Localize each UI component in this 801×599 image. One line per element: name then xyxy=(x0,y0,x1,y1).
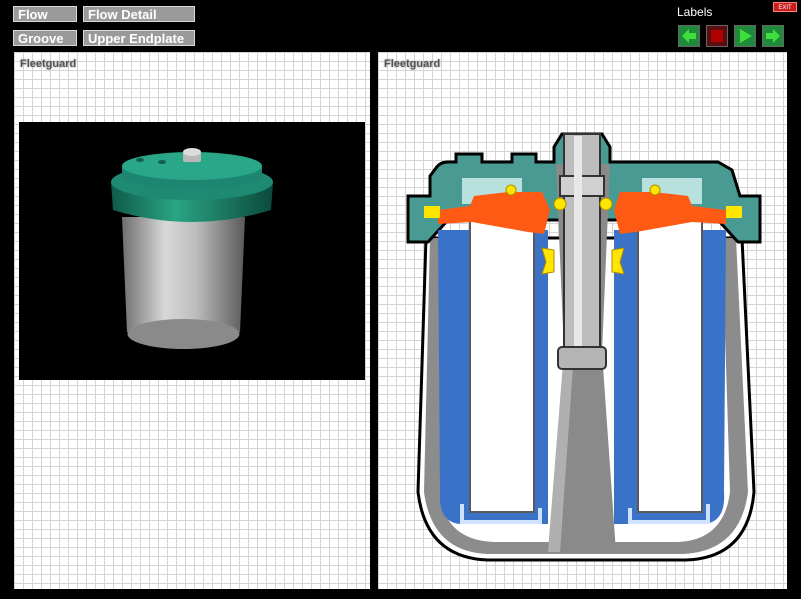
play-icon xyxy=(740,29,752,43)
exit-button[interactable]: EXIT xyxy=(773,2,797,12)
back-button[interactable] xyxy=(678,25,700,47)
stop-icon xyxy=(711,30,723,42)
filter-cutaway-diagram xyxy=(406,132,762,562)
labels-title: Labels xyxy=(677,5,713,19)
o-ring-center-right xyxy=(599,197,613,211)
o-ring-left-upper xyxy=(505,184,517,196)
o-ring-center-left xyxy=(553,197,567,211)
flow-detail-button[interactable]: Flow Detail xyxy=(83,6,195,22)
endplate-tab-right xyxy=(726,206,742,218)
filter-3d-render xyxy=(19,122,365,380)
back-arrow-icon xyxy=(682,29,696,43)
right-panel: Fleetguard xyxy=(378,52,787,589)
filter-3d-illustration xyxy=(111,148,273,349)
forward-arrow-icon xyxy=(766,29,780,43)
groove-button[interactable]: Groove xyxy=(13,30,77,46)
forward-button[interactable] xyxy=(762,25,784,47)
left-panel: Fleetguard xyxy=(14,52,370,589)
play-button[interactable] xyxy=(734,25,756,47)
left-panel-title: Fleetguard xyxy=(20,58,77,70)
upper-endplate-button[interactable]: Upper Endplate xyxy=(83,30,195,46)
flow-button[interactable]: Flow xyxy=(13,6,77,22)
stop-button[interactable] xyxy=(706,25,728,47)
endplate-tab-left xyxy=(424,206,440,218)
o-ring-right-upper xyxy=(649,184,661,196)
